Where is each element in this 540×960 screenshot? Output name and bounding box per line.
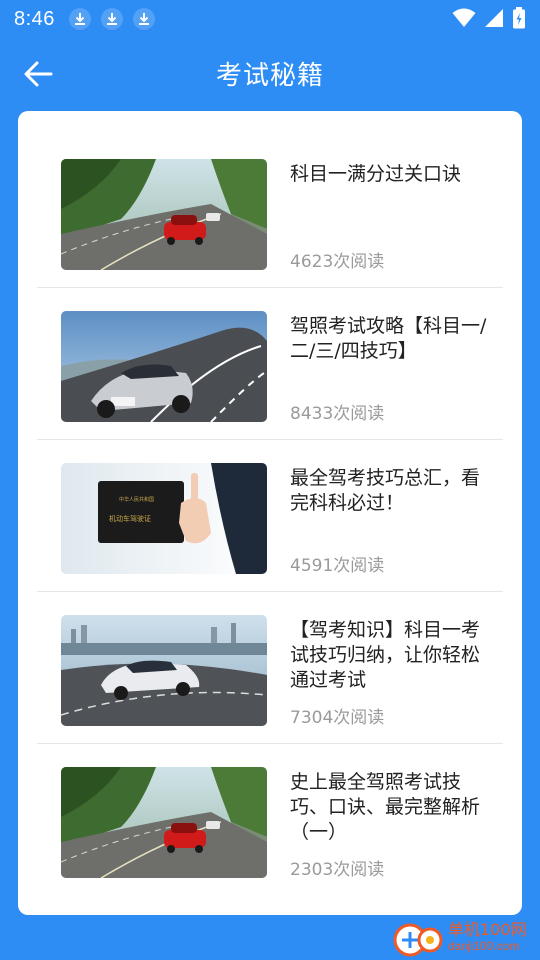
watermark-url: danji100.com bbox=[448, 939, 520, 953]
list-item[interactable]: 科目一满分过关口诀 4623次阅读 bbox=[37, 136, 503, 288]
wifi-icon bbox=[452, 8, 476, 32]
article-title: 驾照考试攻略【科目一/二/三/四技巧】 bbox=[290, 315, 487, 362]
svg-text:中华人民共和国: 中华人民共和国 bbox=[119, 496, 154, 503]
list-item[interactable]: 中华人民共和国 机动车驾驶证 最全驾考技巧总汇，看完科科必过！ 4591次阅读 bbox=[37, 440, 503, 592]
read-count: 4623次阅读 bbox=[290, 252, 385, 272]
battery-icon bbox=[512, 7, 526, 33]
article-thumbnail bbox=[61, 159, 267, 270]
list-item[interactable]: 史上最全驾照考试技巧、口诀、最完整解析（一） 2303次阅读 bbox=[37, 744, 503, 896]
article-title: 最全驾考技巧总汇，看完科科必过！ bbox=[290, 467, 481, 514]
download-icon bbox=[68, 8, 91, 30]
article-list: 科目一满分过关口诀 4623次阅读 驾照考试攻略【科目一/二/三/四技巧】 84… bbox=[18, 111, 522, 915]
app-header: 考试秘籍 bbox=[0, 38, 540, 110]
download-icon bbox=[100, 8, 123, 30]
watermark-logo-icon bbox=[392, 916, 444, 958]
article-thumbnail bbox=[61, 767, 267, 878]
status-bar: 8:46 bbox=[0, 0, 540, 38]
page-title: 考试秘籍 bbox=[215, 61, 324, 91]
signal-icon bbox=[484, 8, 504, 32]
list-item[interactable]: 驾照考试攻略【科目一/二/三/四技巧】 8433次阅读 bbox=[37, 288, 503, 440]
article-thumbnail bbox=[61, 615, 267, 726]
watermark-name: 单机100网 bbox=[448, 920, 527, 939]
read-count: 2303次阅读 bbox=[290, 860, 385, 880]
read-count: 8433次阅读 bbox=[290, 404, 385, 424]
status-time: 8:46 bbox=[14, 7, 55, 30]
article-thumbnail: 中华人民共和国 机动车驾驶证 bbox=[61, 463, 267, 574]
article-title: 史上最全驾照考试技巧、口诀、最完整解析（一） bbox=[290, 771, 481, 843]
article-title: 科目一满分过关口诀 bbox=[290, 163, 462, 185]
read-count: 7304次阅读 bbox=[290, 708, 385, 728]
read-count: 4591次阅读 bbox=[290, 556, 385, 576]
list-item[interactable]: 【驾考知识】科目一考试技巧归纳，让你轻松通过考试 7304次阅读 bbox=[37, 592, 503, 744]
article-thumbnail bbox=[61, 311, 267, 422]
watermark: 单机100网 danji100.com bbox=[392, 914, 540, 960]
article-title: 【驾考知识】科目一考试技巧归纳，让你轻松通过考试 bbox=[290, 619, 481, 691]
svg-text:机动车驾驶证: 机动车驾驶证 bbox=[109, 514, 151, 523]
download-icon bbox=[132, 8, 155, 30]
